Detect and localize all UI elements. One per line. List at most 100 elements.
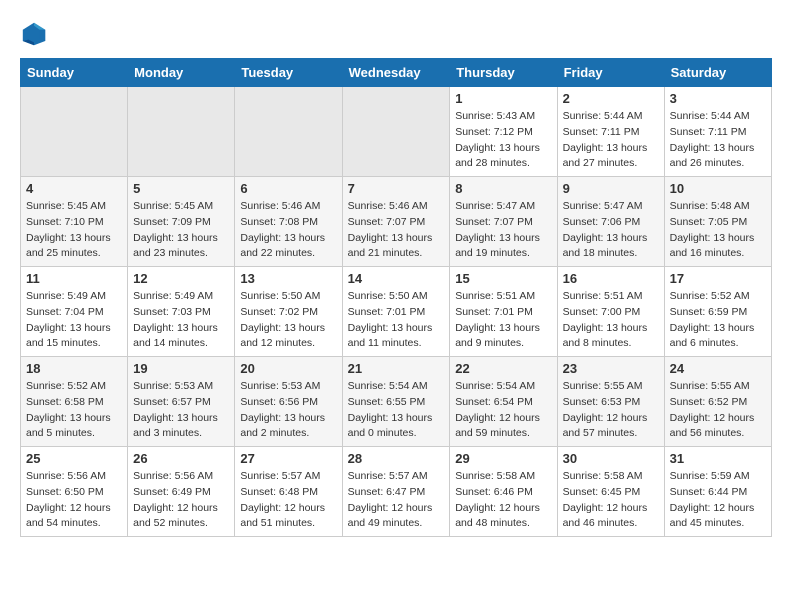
day-info: Sunrise: 5:44 AM Sunset: 7:11 PM Dayligh…	[670, 109, 766, 172]
day-info: Sunrise: 5:50 AM Sunset: 7:01 PM Dayligh…	[348, 289, 445, 352]
calendar-cell: 5 Sunrise: 5:45 AM Sunset: 7:09 PM Daylig…	[128, 177, 235, 267]
calendar-cell: 17 Sunrise: 5:52 AM Sunset: 6:59 PM Dayli…	[664, 267, 771, 357]
day-info: Sunrise: 5:51 AM Sunset: 7:00 PM Dayligh…	[563, 289, 659, 352]
calendar-cell: 2Sunrise: 5:44 AM Sunset: 7:11 PM Daylig…	[557, 87, 664, 177]
day-info: Sunrise: 5:54 AM Sunset: 6:54 PM Dayligh…	[455, 379, 551, 442]
calendar-cell: 29Sunrise: 5:58 AM Sunset: 6:46 PM Dayli…	[450, 447, 557, 537]
calendar-cell: 14 Sunrise: 5:50 AM Sunset: 7:01 PM Dayli…	[342, 267, 450, 357]
calendar-cell: 7 Sunrise: 5:46 AM Sunset: 7:07 PM Daylig…	[342, 177, 450, 267]
day-number: 4	[26, 181, 122, 196]
day-info: Sunrise: 5:47 AM Sunset: 7:06 PM Dayligh…	[563, 199, 659, 262]
calendar-cell: 9 Sunrise: 5:47 AM Sunset: 7:06 PM Daylig…	[557, 177, 664, 267]
day-info: Sunrise: 5:45 AM Sunset: 7:09 PM Dayligh…	[133, 199, 229, 262]
day-number: 23	[563, 361, 659, 376]
calendar-cell: 20 Sunrise: 5:53 AM Sunset: 6:56 PM Dayli…	[235, 357, 342, 447]
calendar-cell: 1Sunrise: 5:43 AM Sunset: 7:12 PM Daylig…	[450, 87, 557, 177]
day-info: Sunrise: 5:53 AM Sunset: 6:56 PM Dayligh…	[240, 379, 336, 442]
calendar-cell	[235, 87, 342, 177]
calendar-cell: 30 Sunrise: 5:58 AM Sunset: 6:45 PM Dayli…	[557, 447, 664, 537]
day-info: Sunrise: 5:57 AM Sunset: 6:47 PM Dayligh…	[348, 469, 445, 532]
day-number: 3	[670, 91, 766, 106]
day-number: 12	[133, 271, 229, 286]
day-info: Sunrise: 5:50 AM Sunset: 7:02 PM Dayligh…	[240, 289, 336, 352]
calendar-cell: 19Sunrise: 5:53 AM Sunset: 6:57 PM Dayli…	[128, 357, 235, 447]
column-header-friday: Friday	[557, 59, 664, 87]
column-header-tuesday: Tuesday	[235, 59, 342, 87]
day-info: Sunrise: 5:51 AM Sunset: 7:01 PM Dayligh…	[455, 289, 551, 352]
day-number: 7	[348, 181, 445, 196]
day-number: 30	[563, 451, 659, 466]
day-number: 21	[348, 361, 445, 376]
week-row: 11Sunrise: 5:49 AM Sunset: 7:04 PM Dayli…	[21, 267, 772, 357]
calendar-cell: 28 Sunrise: 5:57 AM Sunset: 6:47 PM Dayli…	[342, 447, 450, 537]
day-number: 25	[26, 451, 122, 466]
calendar-cell: 11Sunrise: 5:49 AM Sunset: 7:04 PM Dayli…	[21, 267, 128, 357]
calendar-cell: 4 Sunrise: 5:45 AM Sunset: 7:10 PM Daylig…	[21, 177, 128, 267]
day-info: Sunrise: 5:57 AM Sunset: 6:48 PM Dayligh…	[240, 469, 336, 532]
calendar-cell: 8 Sunrise: 5:47 AM Sunset: 7:07 PM Daylig…	[450, 177, 557, 267]
day-number: 28	[348, 451, 445, 466]
day-number: 18	[26, 361, 122, 376]
day-info: Sunrise: 5:54 AM Sunset: 6:55 PM Dayligh…	[348, 379, 445, 442]
week-row: 4 Sunrise: 5:45 AM Sunset: 7:10 PM Daylig…	[21, 177, 772, 267]
calendar-header-row: SundayMondayTuesdayWednesdayThursdayFrid…	[21, 59, 772, 87]
column-header-saturday: Saturday	[664, 59, 771, 87]
calendar-cell: 18 Sunrise: 5:52 AM Sunset: 6:58 PM Dayli…	[21, 357, 128, 447]
calendar-cell: 24 Sunrise: 5:55 AM Sunset: 6:52 PM Dayli…	[664, 357, 771, 447]
logo-icon	[20, 20, 48, 48]
day-number: 31	[670, 451, 766, 466]
day-number: 10	[670, 181, 766, 196]
day-number: 24	[670, 361, 766, 376]
day-number: 11	[26, 271, 122, 286]
calendar-cell	[21, 87, 128, 177]
day-info: Sunrise: 5:59 AM Sunset: 6:44 PM Dayligh…	[670, 469, 766, 532]
calendar-cell	[342, 87, 450, 177]
column-header-monday: Monday	[128, 59, 235, 87]
day-info: Sunrise: 5:48 AM Sunset: 7:05 PM Dayligh…	[670, 199, 766, 262]
calendar-cell	[128, 87, 235, 177]
day-number: 19	[133, 361, 229, 376]
calendar-cell: 6 Sunrise: 5:46 AM Sunset: 7:08 PM Daylig…	[235, 177, 342, 267]
day-info: Sunrise: 5:47 AM Sunset: 7:07 PM Dayligh…	[455, 199, 551, 262]
day-number: 17	[670, 271, 766, 286]
day-number: 22	[455, 361, 551, 376]
calendar: SundayMondayTuesdayWednesdayThursdayFrid…	[20, 58, 772, 537]
calendar-cell: 31 Sunrise: 5:59 AM Sunset: 6:44 PM Dayli…	[664, 447, 771, 537]
calendar-cell: 25 Sunrise: 5:56 AM Sunset: 6:50 PM Dayli…	[21, 447, 128, 537]
day-info: Sunrise: 5:58 AM Sunset: 6:46 PM Dayligh…	[455, 469, 551, 532]
week-row: 25 Sunrise: 5:56 AM Sunset: 6:50 PM Dayli…	[21, 447, 772, 537]
day-number: 26	[133, 451, 229, 466]
calendar-cell: 26Sunrise: 5:56 AM Sunset: 6:49 PM Dayli…	[128, 447, 235, 537]
day-info: Sunrise: 5:46 AM Sunset: 7:08 PM Dayligh…	[240, 199, 336, 262]
week-row: 18 Sunrise: 5:52 AM Sunset: 6:58 PM Dayli…	[21, 357, 772, 447]
day-info: Sunrise: 5:56 AM Sunset: 6:50 PM Dayligh…	[26, 469, 122, 532]
day-info: Sunrise: 5:58 AM Sunset: 6:45 PM Dayligh…	[563, 469, 659, 532]
day-info: Sunrise: 5:52 AM Sunset: 6:58 PM Dayligh…	[26, 379, 122, 442]
day-number: 20	[240, 361, 336, 376]
calendar-cell: 23 Sunrise: 5:55 AM Sunset: 6:53 PM Dayli…	[557, 357, 664, 447]
day-number: 5	[133, 181, 229, 196]
day-number: 9	[563, 181, 659, 196]
day-number: 16	[563, 271, 659, 286]
calendar-cell: 10 Sunrise: 5:48 AM Sunset: 7:05 PM Dayli…	[664, 177, 771, 267]
page-header	[20, 20, 772, 48]
day-number: 14	[348, 271, 445, 286]
day-info: Sunrise: 5:52 AM Sunset: 6:59 PM Dayligh…	[670, 289, 766, 352]
column-header-sunday: Sunday	[21, 59, 128, 87]
day-number: 15	[455, 271, 551, 286]
day-number: 6	[240, 181, 336, 196]
calendar-cell: 12 Sunrise: 5:49 AM Sunset: 7:03 PM Dayli…	[128, 267, 235, 357]
day-info: Sunrise: 5:49 AM Sunset: 7:03 PM Dayligh…	[133, 289, 229, 352]
column-header-thursday: Thursday	[450, 59, 557, 87]
day-number: 1	[455, 91, 551, 106]
day-number: 13	[240, 271, 336, 286]
day-number: 8	[455, 181, 551, 196]
day-info: Sunrise: 5:45 AM Sunset: 7:10 PM Dayligh…	[26, 199, 122, 262]
calendar-cell: 21 Sunrise: 5:54 AM Sunset: 6:55 PM Dayli…	[342, 357, 450, 447]
day-info: Sunrise: 5:46 AM Sunset: 7:07 PM Dayligh…	[348, 199, 445, 262]
day-info: Sunrise: 5:55 AM Sunset: 6:53 PM Dayligh…	[563, 379, 659, 442]
calendar-cell: 16 Sunrise: 5:51 AM Sunset: 7:00 PM Dayli…	[557, 267, 664, 357]
day-number: 2	[563, 91, 659, 106]
day-info: Sunrise: 5:55 AM Sunset: 6:52 PM Dayligh…	[670, 379, 766, 442]
column-header-wednesday: Wednesday	[342, 59, 450, 87]
